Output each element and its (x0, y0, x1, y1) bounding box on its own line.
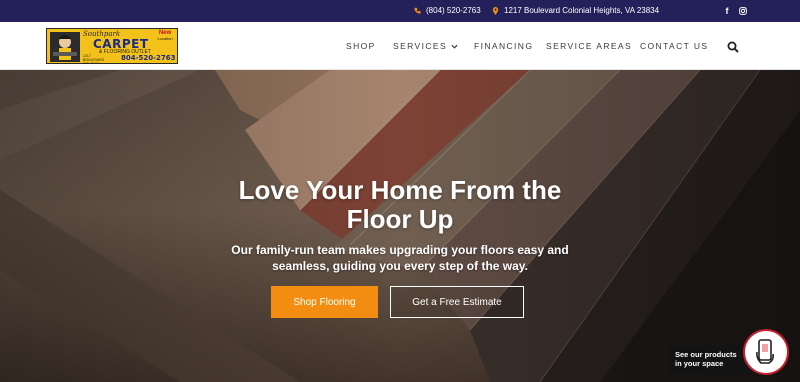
nav-item-contact-us[interactable]: CONTACT US (640, 41, 708, 51)
address-text: 1217 Boulevard Colonial Heights, VA 2383… (504, 6, 660, 15)
new-location-badge: New Location (155, 30, 175, 42)
free-estimate-button[interactable]: Get a Free Estimate (390, 286, 524, 318)
mascot-icon (50, 32, 80, 62)
top-utility-bar: (804) 520-2763 1217 Boulevard Colonial H… (0, 0, 800, 22)
hero-subtitle-line1: Our family-run team makes upgrading your… (231, 243, 569, 257)
logo-phone: 804-520-2763 (121, 54, 176, 62)
nav-label-shop: SHOP (346, 41, 376, 51)
ar-visualizer-button[interactable] (743, 329, 789, 375)
hero-title-line2: Floor Up (346, 204, 454, 234)
nav-item-service-areas[interactable]: SERVICE AREAS (546, 41, 632, 51)
hero-subtitle-line2: seamless, guiding you every step of the … (272, 259, 528, 273)
instagram-icon[interactable] (738, 6, 748, 16)
nav-item-shop[interactable]: SHOP (346, 41, 376, 51)
ar-label-line1: See our products (675, 350, 737, 359)
site-logo[interactable]: Southpark CARPET & FLOORING OUTLET 1217 … (46, 28, 178, 64)
nav-label-service-areas: SERVICE AREAS (546, 41, 633, 51)
logo-address: 1217 BOULEVARD COLONIAL HEIGHTS (83, 54, 105, 64)
nav-item-services[interactable]: SERVICES (393, 41, 458, 51)
badge-line2: Location (157, 36, 173, 41)
search-icon[interactable] (727, 40, 739, 53)
nav-label-services: SERVICES (393, 41, 448, 51)
nav-label-financing: FINANCING (474, 41, 534, 51)
hero-title-line1: Love Your Home From the (238, 175, 562, 205)
topbar-phone[interactable]: (804) 520-2763 (414, 6, 481, 15)
hero-title: Love Your Home From the Floor Up (200, 176, 600, 234)
chevron-down-icon (451, 41, 458, 51)
facebook-icon[interactable]: f (722, 6, 732, 16)
phone-number: (804) 520-2763 (426, 6, 481, 15)
location-pin-icon (492, 6, 499, 15)
phone-icon (414, 7, 421, 14)
hero-subtitle: Our family-run team makes upgrading your… (220, 242, 580, 274)
ar-label-line2: in your space (675, 359, 724, 368)
facebook-glyph: f (725, 6, 729, 16)
nav-label-contact-us: CONTACT US (640, 41, 709, 51)
shop-flooring-button[interactable]: Shop Flooring (271, 286, 378, 318)
shop-flooring-label: Shop Flooring (293, 296, 356, 308)
site-header: Southpark CARPET & FLOORING OUTLET 1217 … (0, 22, 800, 70)
topbar-address[interactable]: 1217 Boulevard Colonial Heights, VA 2383… (492, 6, 659, 15)
phone-hand-icon (756, 339, 774, 364)
ar-visualizer-label[interactable]: See our products in your space (668, 346, 752, 373)
nav-item-financing[interactable]: FINANCING (474, 41, 533, 51)
free-estimate-label: Get a Free Estimate (412, 296, 502, 308)
hero-section: Love Your Home From the Floor Up Our fam… (0, 70, 800, 382)
